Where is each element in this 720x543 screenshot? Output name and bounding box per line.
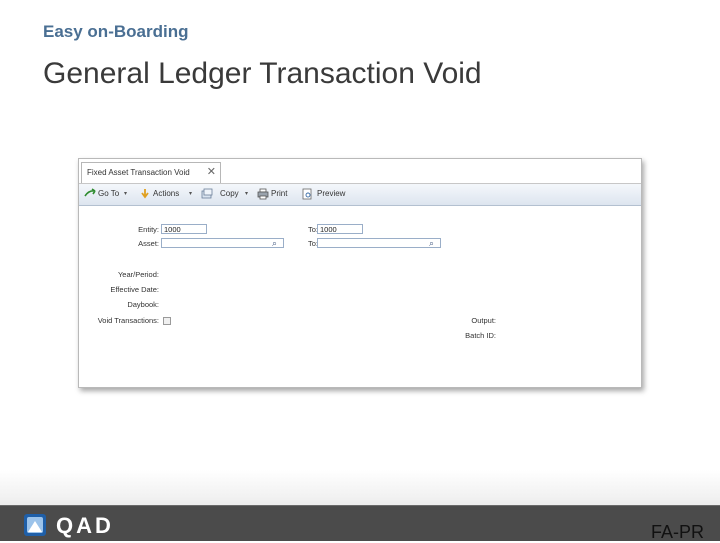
daybook-label: Daybook:: [127, 300, 159, 309]
output-label: Output:: [471, 316, 496, 325]
batch-id-label: Batch ID:: [465, 331, 496, 340]
copy-button[interactable]: Copy ▾: [201, 188, 251, 201]
asset-label: Asset:: [138, 239, 159, 248]
print-icon: [257, 188, 269, 200]
year-period-label: Year/Period:: [117, 270, 159, 279]
tab-label: Fixed Asset Transaction Void: [87, 168, 190, 177]
footer-bar: QAD: [0, 505, 720, 541]
copy-icon: [201, 188, 213, 199]
close-icon[interactable]: ✕: [207, 165, 216, 178]
qad-logo-icon: [24, 514, 46, 536]
qad-logo-text: QAD: [56, 513, 114, 538]
toolbar: Go To ▾ Actions ▾ Copy ▾ Print Preview: [79, 184, 641, 206]
chevron-down-icon: ▾: [124, 191, 128, 197]
search-icon[interactable]: ⌕: [429, 239, 434, 248]
actions-button[interactable]: Actions ▾: [139, 188, 197, 201]
tab-strip: Fixed Asset Transaction Void ✕: [79, 159, 641, 184]
slide-title: General Ledger Transaction Void: [43, 57, 482, 90]
entity-to-field[interactable]: 1000: [317, 224, 363, 234]
void-transactions-checkbox[interactable]: [163, 317, 171, 325]
asset-to-field[interactable]: [317, 238, 441, 248]
preview-icon: [302, 188, 312, 200]
preview-label: Preview: [317, 189, 346, 198]
goto-arrow-icon: [84, 188, 96, 197]
print-button[interactable]: Print: [257, 188, 297, 201]
search-icon[interactable]: ⌕: [272, 239, 277, 248]
asset-field[interactable]: [161, 238, 284, 248]
chevron-down-icon: ▾: [245, 191, 249, 197]
effective-date-label: Effective Date:: [110, 285, 159, 294]
footer-fade: [0, 470, 720, 505]
tab-fixed-asset-transaction-void[interactable]: Fixed Asset Transaction Void ✕: [81, 162, 221, 183]
chevron-down-icon: ▾: [189, 191, 193, 197]
slide-tag: Easy on-Boarding: [43, 22, 189, 41]
entity-field[interactable]: 1000: [161, 224, 207, 234]
actions-icon: [141, 189, 149, 199]
actions-label: Actions: [153, 189, 180, 198]
void-transactions-label: Void Transactions:: [97, 316, 159, 325]
goto-label: Go To: [98, 189, 120, 198]
copy-label: Copy: [220, 189, 239, 198]
entity-label: Entity:: [138, 225, 159, 234]
preview-button[interactable]: Preview: [301, 188, 351, 201]
goto-button[interactable]: Go To ▾: [84, 188, 132, 201]
app-window: Fixed Asset Transaction Void ✕ Go To ▾ A…: [78, 158, 642, 388]
print-label: Print: [271, 189, 288, 198]
